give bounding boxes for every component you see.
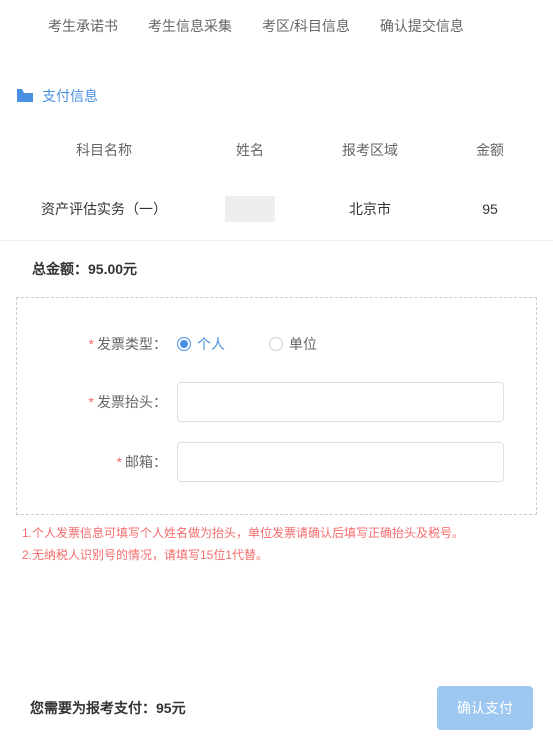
radio-icon xyxy=(177,337,191,351)
payment-table: 科目名称 姓名 报考区域 金额 资产评估实务（一） 北京市 95 xyxy=(0,118,553,241)
table-row: 资产评估实务（一） 北京市 95 xyxy=(0,178,553,241)
email-input[interactable] xyxy=(177,442,504,482)
tab-commitment[interactable]: 考生承诺书 xyxy=(48,16,118,36)
td-subject: 资产评估实务（一） xyxy=(0,199,200,219)
note-line-2: 2.无纳税人识别号的情况，请填写15位1代替。 xyxy=(22,545,531,567)
radio-icon xyxy=(269,337,283,351)
tab-exam-subject[interactable]: 考区/科目信息 xyxy=(262,16,350,36)
label-invoice-title: *发票抬头： xyxy=(17,392,177,412)
th-subject: 科目名称 xyxy=(0,140,200,160)
table-header: 科目名称 姓名 报考区域 金额 xyxy=(0,118,553,178)
confirm-pay-button[interactable]: 确认支付 xyxy=(437,686,533,730)
pay-amount-text: 您需要为报考支付：95元 xyxy=(30,698,186,718)
invoice-form: *发票类型： 个人 单位 *发票抬头： *邮箱： xyxy=(16,297,537,515)
label-email: *邮箱： xyxy=(17,452,177,472)
radio-personal-label: 个人 xyxy=(197,334,225,354)
section-header: 支付信息 xyxy=(0,56,553,118)
td-region: 北京市 xyxy=(300,199,440,219)
notes: 1.个人发票信息可填写个人姓名做为抬头，单位发票请确认后填写正确抬头及税号。 2… xyxy=(0,515,553,576)
tab-info-collect[interactable]: 考生信息采集 xyxy=(148,16,232,36)
tab-confirm-submit[interactable]: 确认提交信息 xyxy=(380,16,464,36)
radio-company[interactable]: 单位 xyxy=(269,334,317,354)
row-invoice-title: *发票抬头： xyxy=(17,372,536,432)
row-email: *邮箱： xyxy=(17,432,536,492)
invoice-title-input[interactable] xyxy=(177,382,504,422)
radio-company-label: 单位 xyxy=(289,334,317,354)
th-region: 报考区域 xyxy=(300,140,440,160)
row-invoice-type: *发票类型： 个人 单位 xyxy=(17,316,536,372)
td-amount: 95 xyxy=(440,201,540,217)
td-name xyxy=(200,196,300,222)
note-line-1: 1.个人发票信息可填写个人姓名做为抬头，单位发票请确认后填写正确抬头及税号。 xyxy=(22,523,531,545)
section-title: 支付信息 xyxy=(42,86,98,106)
folder-icon xyxy=(16,89,34,103)
nav-tabs: 考生承诺书 考生信息采集 考区/科目信息 确认提交信息 xyxy=(0,0,553,56)
total-amount: 总金额：95.00元 xyxy=(0,241,553,297)
label-invoice-type: *发票类型： xyxy=(17,334,177,354)
th-amount: 金额 xyxy=(440,140,540,160)
th-name: 姓名 xyxy=(200,140,300,160)
radio-personal[interactable]: 个人 xyxy=(177,334,225,354)
footer: 您需要为报考支付：95元 确认支付 xyxy=(0,576,553,754)
